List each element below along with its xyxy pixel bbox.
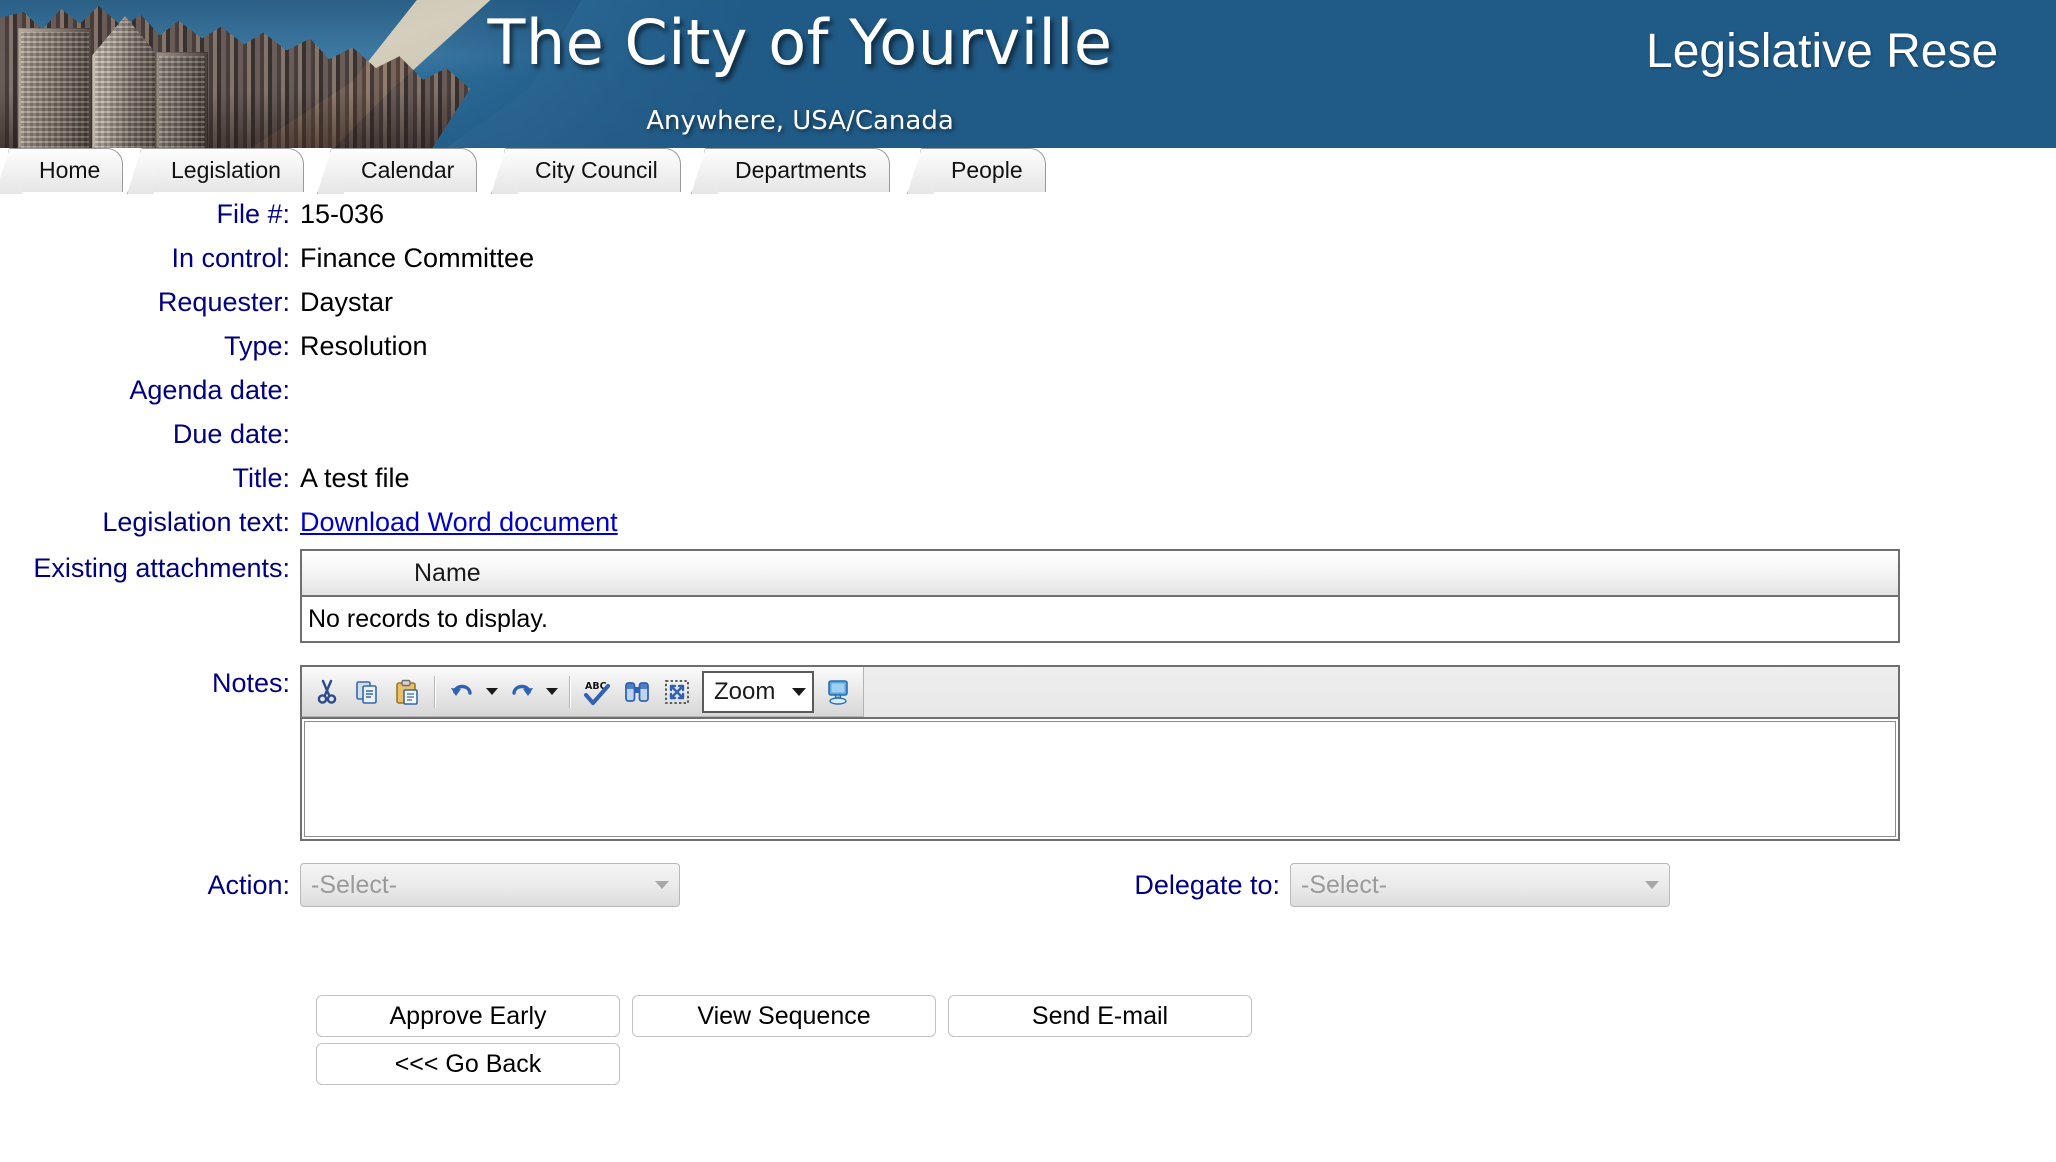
download-word-document-link[interactable]: Download Word document (300, 507, 618, 537)
undo-icon[interactable] (443, 672, 481, 712)
tab-calendar[interactable]: Calendar (330, 148, 478, 192)
zoom-dropdown-value: Zoom (714, 677, 776, 705)
site-subtitle: Anywhere, USA/Canada (646, 106, 954, 136)
chevron-down-icon (655, 881, 669, 889)
delegate-to-select[interactable]: -Select- (1290, 863, 1670, 907)
attachments-empty-row: No records to display. (302, 597, 1898, 641)
field-file-number: File #: 15-036 (0, 192, 2056, 236)
tab-people-label: People (951, 157, 1023, 183)
action-select[interactable]: -Select- (300, 863, 680, 907)
notes-editor-toolbar: ABC Zoom (302, 667, 1898, 719)
redo-dropdown-arrow[interactable] (543, 672, 561, 712)
paste-icon[interactable] (388, 672, 426, 712)
approve-early-button[interactable]: Approve Early (316, 995, 620, 1037)
toolbar-button-group: ABC Zoom (302, 667, 864, 717)
notes-textarea[interactable] (304, 721, 1896, 837)
action-delegate-row: Action: -Select- Delegate to: -Select- (0, 863, 2056, 907)
due-date-label: Due date: (172, 419, 290, 449)
delegate-to-label: Delegate to: (1134, 869, 1280, 900)
requester-label: Requester: (157, 287, 290, 317)
legislation-text-label: Legislation text: (102, 507, 290, 537)
type-label: Type: (223, 331, 290, 361)
tab-legislation-label: Legislation (171, 157, 281, 183)
chevron-down-icon (792, 687, 806, 696)
attachments-empty-message: No records to display. (308, 604, 548, 633)
view-sequence-button[interactable]: View Sequence (632, 995, 936, 1037)
tab-home[interactable]: Home (8, 148, 124, 192)
requester-value: Daystar (300, 287, 394, 317)
section-title: Legislative Rese (1646, 25, 1999, 78)
building-left (18, 28, 92, 148)
preview-monitor-icon[interactable] (819, 672, 857, 712)
cut-icon[interactable] (308, 672, 346, 712)
site-title: The City of Yourville (487, 6, 1113, 79)
go-back-button[interactable]: <<< Go Back (316, 1043, 620, 1085)
title-label: Title: (232, 463, 290, 493)
main-navigation: Home Legislation Calendar City Council D… (0, 148, 2056, 192)
delegate-to-select-value: -Select- (1301, 870, 1388, 899)
attachments-grid: Name No records to display. (300, 549, 1900, 643)
zoom-dropdown[interactable]: Zoom (702, 670, 814, 713)
tab-city-council[interactable]: City Council (504, 148, 681, 192)
tab-departments-label: Departments (735, 157, 867, 183)
tab-home-label: Home (39, 157, 101, 183)
action-buttons-row-1: Approve Early View Sequence Send E-mail (0, 995, 2056, 1037)
tab-legislation[interactable]: Legislation (140, 148, 304, 192)
field-legislation-text: Legislation text: Download Word document (0, 500, 2056, 544)
attachments-grid-header: Name (302, 551, 1898, 597)
tab-city-council-label: City Council (535, 157, 658, 183)
field-agenda-date: Agenda date: (0, 368, 2056, 412)
action-select-value: -Select- (311, 870, 398, 899)
existing-attachments-label: Existing attachments: (33, 553, 290, 583)
in-control-label: In control: (171, 243, 290, 273)
file-number-label: File #: (216, 199, 290, 229)
copy-icon[interactable] (348, 672, 386, 712)
tab-people[interactable]: People (920, 148, 1046, 192)
field-due-date: Due date: (0, 412, 2056, 456)
toolbar-separator-2 (569, 675, 570, 708)
agenda-date-label: Agenda date: (129, 375, 290, 405)
file-detail-form: File #: 15-036 In control: Finance Commi… (0, 192, 2056, 1085)
field-in-control: In control: Finance Committee (0, 236, 2056, 280)
notes-label: Notes: (211, 668, 290, 698)
find-icon[interactable] (618, 672, 656, 712)
spellcheck-icon[interactable]: ABC (578, 672, 616, 712)
action-buttons-row-2: <<< Go Back (0, 1043, 2056, 1085)
select-all-icon[interactable] (658, 672, 696, 712)
in-control-value: Finance Committee (300, 243, 535, 273)
undo-dropdown-arrow[interactable] (483, 672, 501, 712)
attachments-column-name: Name (414, 558, 481, 587)
field-notes: Notes: ABC Zoom (0, 661, 2056, 841)
field-type: Type: Resolution (0, 324, 2056, 368)
action-label: Action: (207, 869, 290, 900)
tab-calendar-label: Calendar (361, 157, 455, 183)
file-number-value: 15-036 (300, 199, 385, 229)
send-email-button[interactable]: Send E-mail (948, 995, 1252, 1037)
notes-editor: ABC Zoom (300, 665, 1900, 841)
building-right (156, 52, 208, 148)
redo-icon[interactable] (503, 672, 541, 712)
tab-departments[interactable]: Departments (704, 148, 890, 192)
field-title: Title: A test file (0, 456, 2056, 500)
title-value: A test file (300, 463, 410, 493)
field-requester: Requester: Daystar (0, 280, 2056, 324)
site-banner: The City of Yourville Anywhere, USA/Cana… (0, 0, 2056, 148)
chevron-down-icon (1645, 881, 1659, 889)
field-existing-attachments: Existing attachments: Name No records to… (0, 546, 2056, 643)
toolbar-separator-1 (434, 675, 435, 708)
type-value: Resolution (300, 331, 428, 361)
